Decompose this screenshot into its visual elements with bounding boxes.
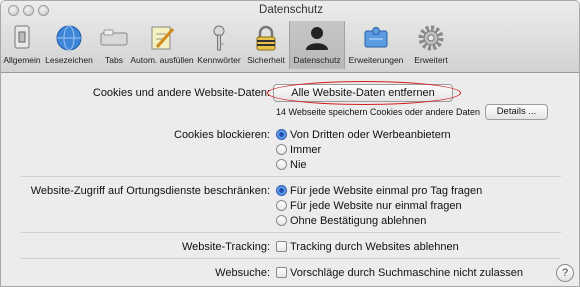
- toolbar-label: Lesezeichen: [45, 55, 93, 65]
- radio-unselected[interactable]: [276, 159, 287, 170]
- location-option-once-per-day[interactable]: Für jede Website einmal pro Tag fragen: [276, 185, 482, 197]
- toolbar-item-erweitert[interactable]: Erweitert: [407, 21, 455, 69]
- toolbar-item-allgemein[interactable]: Allgemein: [3, 21, 41, 69]
- padlock-icon: [256, 25, 276, 51]
- toolbar-label: Erweiterungen: [348, 55, 404, 65]
- toolbar-item-tabs[interactable]: Tabs: [100, 21, 128, 69]
- toolbar-item-sicherheit[interactable]: Sicherheit: [243, 21, 289, 69]
- window-title: Datenschutz: [259, 4, 323, 16]
- puzzle-icon: [364, 27, 388, 48]
- cookies-label: Cookies und andere Website-Daten:: [92, 87, 270, 99]
- location-option-once-only[interactable]: Für jede Website nur einmal fragen: [276, 200, 462, 212]
- toolbar-label: Kennwörter: [197, 55, 241, 65]
- checkbox-label: Tracking durch Websites ablehnen: [290, 241, 459, 253]
- person-silhouette-icon: [306, 27, 328, 50]
- toolbar-label: Tabs: [105, 55, 123, 65]
- tabs-icon: [100, 29, 128, 46]
- toolbar-item-lesezeichen[interactable]: Lesezeichen: [41, 21, 97, 69]
- option-label: Für jede Website nur einmal fragen: [290, 200, 462, 212]
- option-label: Für jede Website einmal pro Tag fragen: [290, 185, 483, 197]
- preferences-window: Datenschutz Allgemein Lesezeichen Tabs A…: [0, 0, 580, 287]
- toolbar-label: Autom. ausfüllen: [130, 55, 194, 65]
- block-cookies-option-third-party[interactable]: Von Dritten oder Werbeanbietern: [276, 129, 451, 141]
- toolbar-label: Erweitert: [414, 55, 448, 65]
- radio-unselected[interactable]: [276, 144, 287, 155]
- privacy-pane: Cookies und andere Website-Daten: Alle W…: [1, 74, 579, 286]
- titlebar: Datenschutz Allgemein Lesezeichen Tabs A…: [1, 1, 579, 73]
- block-cookies-option-never[interactable]: Nie: [276, 159, 307, 171]
- toolbar-item-autofill[interactable]: Autom. ausfüllen: [129, 21, 195, 69]
- key-icon: [213, 25, 225, 51]
- tracking-label: Website-Tracking:: [181, 241, 270, 253]
- toolbar-label: Allgemein: [3, 55, 41, 65]
- annotation-highlight-ellipse: [267, 81, 461, 105]
- pencil-form-icon: [151, 26, 175, 50]
- toolbar-item-datenschutz[interactable]: Datenschutz: [289, 21, 345, 69]
- checkbox-label: Vorschläge durch Suchmaschine nicht zula…: [290, 267, 523, 279]
- block-cookies-option-always[interactable]: Immer: [276, 144, 321, 156]
- option-label: Immer: [290, 144, 322, 156]
- general-switch-icon: [14, 25, 30, 49]
- tracking-checkbox-row[interactable]: Tracking durch Websites ablehnen: [276, 241, 459, 253]
- location-label: Website-Zugriff auf Ortungsdienste besch…: [30, 185, 270, 197]
- websearch-label: Websuche:: [215, 267, 270, 279]
- globe-icon: [56, 25, 82, 51]
- websearch-checkbox-row[interactable]: Vorschläge durch Suchmaschine nicht zula…: [276, 267, 523, 279]
- section-divider: [21, 258, 561, 259]
- gear-icon: [418, 25, 444, 51]
- option-label: Nie: [290, 159, 307, 171]
- block-cookies-label: Cookies blockieren:: [174, 129, 270, 141]
- location-option-deny[interactable]: Ohne Bestätigung ablehnen: [276, 215, 426, 227]
- radio-selected[interactable]: [276, 185, 287, 196]
- option-label: Von Dritten oder Werbeanbietern: [290, 129, 451, 141]
- toolbar-item-erweiterungen[interactable]: Erweiterungen: [345, 21, 407, 69]
- details-button[interactable]: Details ...: [485, 104, 548, 120]
- section-divider: [21, 232, 561, 233]
- radio-unselected[interactable]: [276, 200, 287, 211]
- cookies-summary: 14 Webseite speichern Cookies oder ander…: [276, 107, 480, 117]
- toolbar-item-kennwoerter[interactable]: Kennwörter: [195, 21, 243, 69]
- radio-selected[interactable]: [276, 129, 287, 140]
- tracking-checkbox[interactable]: [276, 241, 287, 252]
- radio-unselected[interactable]: [276, 215, 287, 226]
- toolbar-label: Sicherheit: [247, 55, 285, 65]
- option-label: Ohne Bestätigung ablehnen: [290, 215, 427, 227]
- help-button[interactable]: ?: [556, 264, 574, 282]
- toolbar-label: Datenschutz: [293, 55, 341, 65]
- websearch-checkbox[interactable]: [276, 267, 287, 278]
- section-divider: [21, 176, 561, 177]
